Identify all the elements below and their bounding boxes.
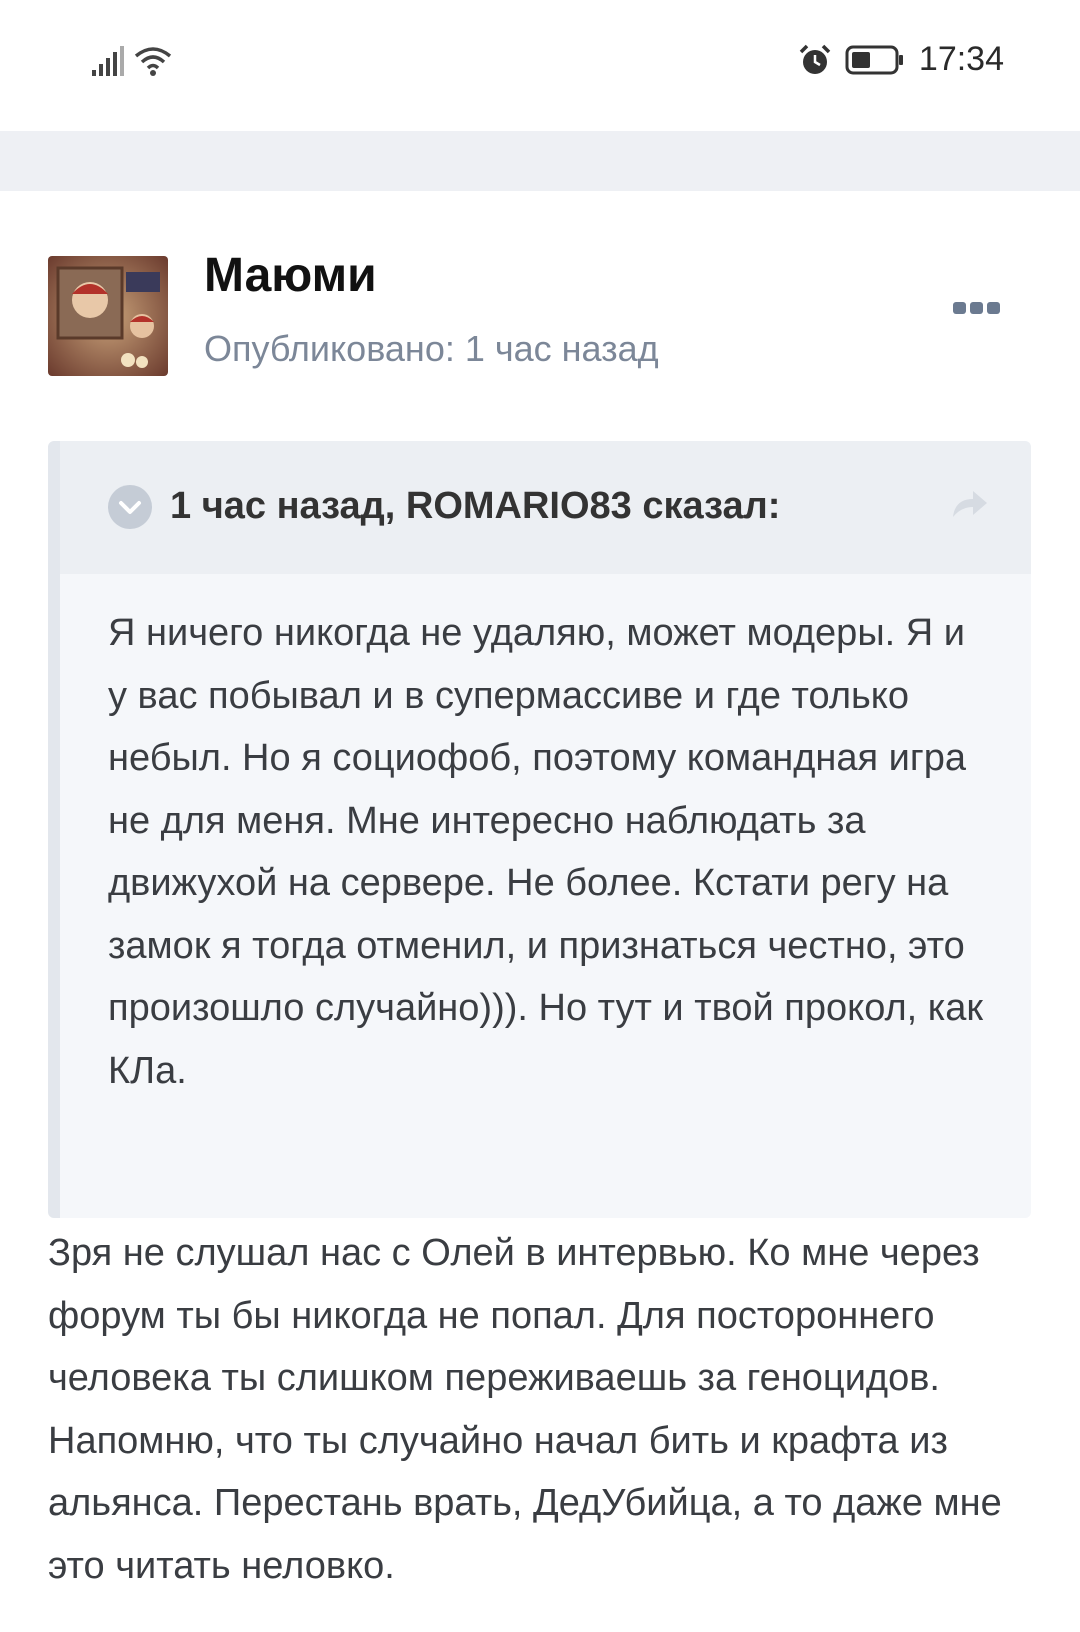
wifi-icon	[134, 47, 172, 76]
status-time: 17:34	[918, 40, 1004, 78]
status-bar: 17:34	[0, 0, 1080, 131]
battery-icon	[845, 45, 903, 74]
alarm-icon	[799, 44, 831, 74]
chevron-down-icon[interactable]	[108, 485, 152, 529]
quote-citation[interactable]: 1 час назад, ROMARIO83 сказал:	[170, 485, 780, 528]
dot	[970, 302, 983, 314]
status-left	[92, 46, 172, 76]
post-content: Зря не слушал нас с Олей в интервью. Ко …	[48, 1232, 1002, 1587]
signal-icon	[92, 46, 124, 76]
separator-band	[0, 131, 1080, 191]
dot	[953, 302, 966, 314]
status-right: 17:34	[799, 40, 1004, 79]
share-arrow-icon[interactable]	[949, 485, 989, 530]
ellipsis-icon[interactable]	[953, 302, 1000, 314]
author-name[interactable]: Маюми	[204, 248, 377, 303]
dot	[987, 302, 1000, 314]
publish-time: Опубликовано: 1 час назад	[204, 328, 659, 369]
quote-block: 1 час назад, ROMARIO83 сказал: Я ничего …	[48, 441, 1031, 1218]
avatar[interactable]	[48, 256, 168, 376]
quote-header: 1 час назад, ROMARIO83 сказал:	[60, 441, 1031, 574]
quote-text: Я ничего никогда не удаляю, может модеры…	[108, 612, 984, 1092]
